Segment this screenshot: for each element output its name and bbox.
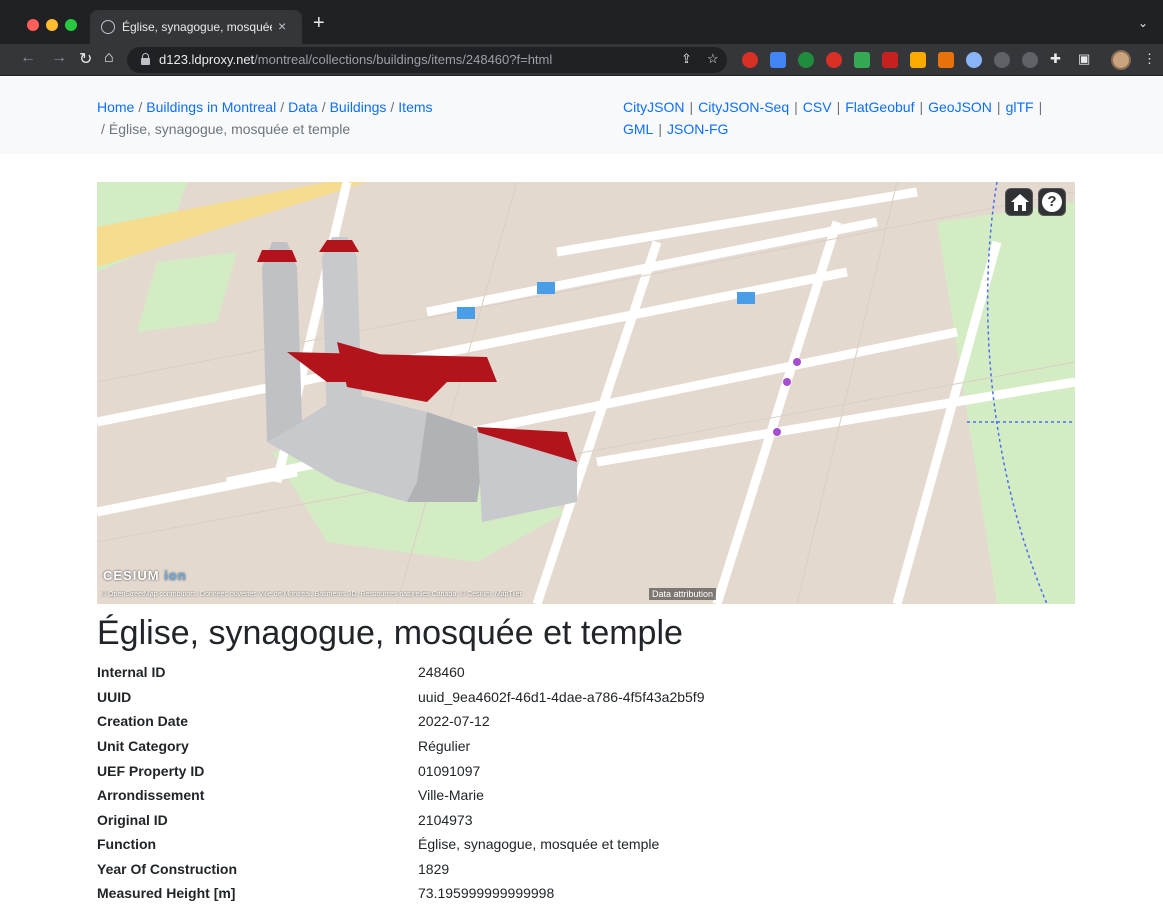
translate-extension-icon[interactable] <box>770 52 786 68</box>
url-text[interactable]: d123.ldproxy.net/montreal/collections/bu… <box>159 52 552 67</box>
breadcrumb-data[interactable]: Data <box>288 99 318 115</box>
property-value: 2022-07-12 <box>418 713 490 729</box>
property-key: Measured Height [m] <box>97 885 236 901</box>
property-row: Original ID 2104973 <box>97 810 997 834</box>
property-row: Internal ID 248460 <box>97 662 997 686</box>
back-arrow-icon[interactable]: ← <box>20 49 36 67</box>
property-key: UUID <box>97 689 132 705</box>
data-attribution-button[interactable]: Data attribution <box>649 588 717 600</box>
format-link-cityjson[interactable]: CityJSON <box>623 99 684 115</box>
new-tab-button[interactable]: + <box>313 13 325 33</box>
browser-toolbar: ← → ↻ ⌂ d123.ldproxy.net/montreal/collec… <box>0 44 1163 76</box>
property-value: uuid_9ea4602f-46d1-4dae-a786-4f5f43a2b5f… <box>418 689 705 705</box>
check-extension-icon[interactable] <box>798 52 814 68</box>
home-icon[interactable]: ⌂ <box>104 49 114 67</box>
cesium-map-viewer[interactable]: ? CESIUM ion © OpenStreetMap contributor… <box>97 182 1075 604</box>
property-key: Arrondissement <box>97 787 205 803</box>
property-key: Internal ID <box>97 664 166 680</box>
share-icon[interactable]: ⇪ <box>681 51 692 67</box>
breadcrumb-home[interactable]: Home <box>97 99 134 115</box>
breadcrumb-buildings-in-montreal[interactable]: Buildings in Montreal <box>146 99 276 115</box>
format-link-csv[interactable]: CSV <box>803 99 832 115</box>
property-key: UEF Property ID <box>97 763 205 779</box>
maximize-window-button[interactable] <box>65 19 77 31</box>
property-row: Arrondissement Ville-Marie <box>97 785 997 809</box>
page-title: Église, synagogue, mosquée et temple <box>97 614 683 652</box>
browser-tab-bar: Église, synagogue, mosquée et × + ⌄ <box>0 0 1163 44</box>
format-link-cityjson-seq[interactable]: CityJSON-Seq <box>698 99 789 115</box>
browser-tab[interactable]: Église, synagogue, mosquée et × <box>90 10 302 44</box>
property-row: Creation Date 2022-07-12 <box>97 711 997 735</box>
profile-avatar[interactable] <box>1111 50 1131 70</box>
property-row: UEF Property ID 01091097 <box>97 761 997 785</box>
recycle-extension-icon[interactable] <box>1022 52 1038 68</box>
format-link-flatgeobuf[interactable]: FlatGeobuf <box>845 99 914 115</box>
property-row: Unit Category Régulier <box>97 736 997 760</box>
cloud-extension-icon[interactable] <box>966 52 982 68</box>
off-extension-icon[interactable] <box>938 52 954 68</box>
sidepanel-icon[interactable]: ▣ <box>1078 51 1090 67</box>
minimize-window-button[interactable] <box>46 19 58 31</box>
property-value: 2104973 <box>418 812 473 828</box>
property-key: Function <box>97 836 157 852</box>
address-bar[interactable]: d123.ldproxy.net/montreal/collections/bu… <box>127 47 727 73</box>
globe-icon <box>101 20 115 34</box>
property-row: UUID uuid_9ea4602f-46d1-4dae-a786-4f5f43… <box>97 687 997 711</box>
play-extension-icon[interactable] <box>826 52 842 68</box>
puzzle-extensions-icon[interactable]: ✚ <box>1050 51 1061 67</box>
house-icon <box>1011 194 1029 211</box>
map-home-button[interactable] <box>1005 188 1033 216</box>
adblock-extension-icon[interactable] <box>742 52 758 68</box>
map-scene <box>97 182 1075 604</box>
property-key: Unit Category <box>97 738 189 754</box>
json-extension-icon[interactable] <box>854 52 870 68</box>
property-row: Function Église, synagogue, mosquée et t… <box>97 834 997 858</box>
format-link-geojson[interactable]: GeoJSON <box>928 99 992 115</box>
reload-icon[interactable]: ↻ <box>79 49 92 69</box>
breadcrumb-items[interactable]: Items <box>398 99 432 115</box>
breadcrumb-buildings[interactable]: Buildings <box>330 99 387 115</box>
blocker-extension-icon[interactable] <box>882 52 898 68</box>
property-value: 248460 <box>418 664 465 680</box>
property-key: Creation Date <box>97 713 189 729</box>
property-value: Ville-Marie <box>418 787 484 803</box>
kebab-menu-icon[interactable]: ⋮ <box>1143 51 1156 67</box>
property-value: 73.195999999999998 <box>418 885 555 901</box>
property-value: 01091097 <box>418 763 481 779</box>
forward-arrow-icon[interactable]: → <box>51 49 67 67</box>
tab-close-icon[interactable]: × <box>278 18 286 34</box>
format-link-json-fg[interactable]: JSON-FG <box>667 121 728 137</box>
tab-search-icon[interactable]: ⌄ <box>1138 16 1148 30</box>
map-help-button[interactable]: ? <box>1038 188 1066 216</box>
cesium-ion-logo[interactable]: CESIUM ion <box>103 568 187 583</box>
notes-extension-icon[interactable] <box>910 52 926 68</box>
format-links: CityJSON | CityJSON-Seq | CSV | FlatGeobuf | Geo… <box>623 99 1043 137</box>
map-attribution: © OpenStreetMap contributors, Données ou… <box>101 591 522 598</box>
property-value: Église, synagogue, mosquée et temple <box>418 836 660 852</box>
page-header: Home / Buildings in Montreal / Data / Building… <box>0 77 1163 154</box>
breadcrumb: Home / Buildings in Montreal / Data / Building… <box>97 99 433 137</box>
breadcrumb-current: Église, synagogue, mosquée et temple <box>108 121 351 137</box>
property-key: Original ID <box>97 812 168 828</box>
close-window-button[interactable] <box>27 19 39 31</box>
tab-title: Église, synagogue, mosquée et <box>122 20 272 34</box>
bookmark-star-icon[interactable]: ☆ <box>707 51 719 67</box>
code-extension-icon[interactable] <box>994 52 1010 68</box>
lock-icon <box>141 53 150 65</box>
format-link-gml[interactable]: GML <box>623 121 653 137</box>
format-link-gltf[interactable]: glTF <box>1006 99 1034 115</box>
question-icon: ? <box>1042 192 1062 212</box>
property-row: Measured Height [m] 73.195999999999998 <box>97 883 997 907</box>
property-key: Year Of Construction <box>97 861 238 877</box>
property-value: Régulier <box>418 738 471 754</box>
property-value: 1829 <box>418 861 450 877</box>
property-row: Year Of Construction 1829 <box>97 859 997 883</box>
